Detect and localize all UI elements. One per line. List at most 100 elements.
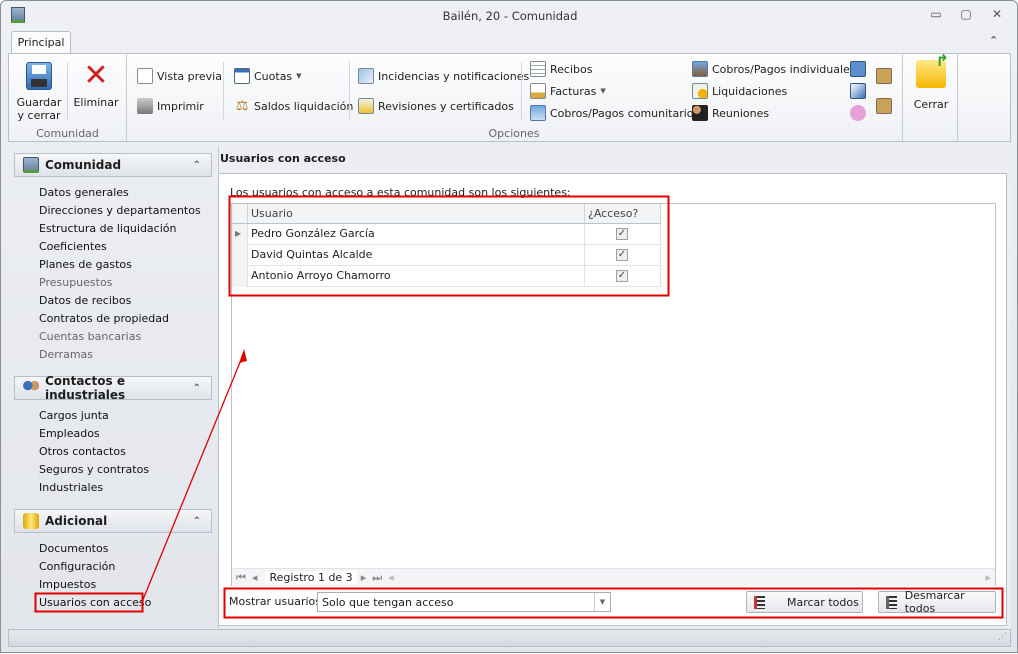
sidebar-item: Derramas [39, 348, 94, 361]
column-header-acceso[interactable]: ¿Acceso? [585, 204, 661, 224]
save-close-button[interactable]: Guardar y cerrar [13, 62, 65, 122]
delete-label: Eliminar [73, 96, 119, 109]
sidebar-section-1[interactable]: Contactos e industriales ⌃ [14, 374, 212, 402]
sidebar-item[interactable]: Direcciones y departamentos [39, 204, 201, 217]
sidebar-item[interactable]: Contratos de propiedad [39, 312, 169, 325]
maximize-button[interactable]: ▢ [955, 7, 977, 23]
sidebar-item[interactable]: Datos generales [39, 186, 129, 199]
print-button[interactable]: Imprimir [137, 98, 204, 114]
record-navigator: ⏮ ◂ Registro 1 de 3 ▸ ⏭ ◂ ▸ [232, 568, 995, 586]
label: Cobros/Pagos individuales [712, 62, 856, 76]
access-checkbox[interactable]: ✓ [616, 270, 628, 282]
sidebar-item[interactable]: Industriales [39, 481, 103, 494]
cerrar-button[interactable]: ↱ Cerrar [905, 53, 957, 112]
saldos-liquidacion-button[interactable]: ⚖ Saldos liquidación [234, 98, 354, 114]
sidebar-item[interactable]: Impuestos [39, 578, 96, 591]
chevron-down-icon[interactable]: ▼ [594, 593, 610, 611]
chevron-up-icon[interactable]: ⌃ [193, 516, 201, 527]
calculator-icon [530, 105, 546, 121]
tab-principal[interactable]: Principal [11, 31, 71, 54]
sidebar-item[interactable]: Configuración [39, 560, 115, 573]
cuotas-button[interactable]: Cuotas ▼ [234, 68, 302, 84]
row-indicator[interactable] [232, 245, 248, 266]
sidebar-item: Cuentas bancarias [39, 330, 142, 343]
printer-icon [137, 98, 153, 114]
access-checkbox[interactable]: ✓ [616, 249, 628, 261]
unmark-all-button[interactable]: Desmarcar todos [878, 589, 996, 615]
revisiones-button[interactable]: Revisiones y certificados [358, 98, 514, 114]
recibos-button[interactable]: Recibos [530, 61, 592, 77]
red-x-icon: ✕ [83, 58, 109, 93]
minimize-button[interactable]: ▭ [925, 7, 947, 23]
sidebar-item[interactable]: Otros contactos [39, 445, 126, 458]
people-icon [23, 380, 39, 396]
sidebar-item[interactable]: Empleados [39, 427, 100, 440]
sidebar-item[interactable]: Seguros y contratos [39, 463, 149, 476]
users-grid: Usuario ¿Acceso? ▶ Pedro González García… [231, 203, 996, 586]
dropdown-arrow-icon: ▼ [600, 87, 606, 95]
access-checkbox[interactable]: ✓ [616, 228, 628, 240]
collapse-ribbon-button[interactable]: ⌃ [989, 34, 998, 47]
chart-document-icon[interactable] [850, 83, 866, 99]
unmark-all-label: Desmarcar todos [904, 589, 965, 615]
last-record-button[interactable]: ⏭ [372, 571, 382, 585]
label: Recibos [550, 62, 593, 76]
sidebar-item[interactable]: Cargos junta [39, 409, 109, 422]
label: Liquidaciones [712, 84, 788, 98]
sidebar-item[interactable]: Datos de recibos [39, 294, 131, 307]
first-record-button[interactable]: ⏮ [236, 571, 246, 585]
label: Saldos liquidación [254, 99, 354, 113]
prev-record-button[interactable]: ◂ [252, 571, 258, 584]
next-record-button[interactable]: ▸ [361, 571, 367, 584]
cell-usuario[interactable]: Antonio Arroyo Chamorro [248, 266, 585, 287]
diploma-icon[interactable] [850, 61, 866, 77]
scroll-right-button[interactable]: ▸ [985, 571, 991, 584]
reuniones-button[interactable]: Reuniones [692, 105, 769, 121]
table-row[interactable]: Antonio Arroyo Chamorro ✓ [232, 266, 661, 287]
sidebar-item[interactable]: Estructura de liquidación [39, 222, 176, 235]
database-icon [23, 513, 39, 529]
close-button[interactable]: ✕ [986, 7, 1008, 23]
cell-usuario[interactable]: Pedro González García [248, 224, 585, 245]
table-row[interactable]: David Quintas Alcalde ✓ [232, 245, 661, 266]
mark-all-button[interactable]: Marcar todos [746, 591, 863, 613]
checklist-icon [754, 595, 765, 609]
row-indicator[interactable]: ▶ [232, 224, 248, 245]
transfer-person-icon[interactable] [876, 98, 892, 114]
sidebar-item[interactable]: Coeficientes [39, 240, 107, 253]
table-row[interactable]: ▶ Pedro González García ✓ [232, 224, 661, 245]
row-indicator[interactable] [232, 266, 248, 287]
label: Imprimir [157, 99, 204, 113]
calendar-icon [234, 68, 250, 84]
cell-usuario[interactable]: David Quintas Alcalde [248, 245, 585, 266]
cobros-pagos-comunitarios-button[interactable]: Cobros/Pagos comunitarios [530, 105, 699, 121]
scroll-left-button[interactable]: ◂ [388, 571, 394, 584]
intro-text: Los usuarios con acceso a esta comunidad… [230, 186, 571, 199]
sidebar-item[interactable]: Planes de gastos [39, 258, 132, 271]
column-header-usuario[interactable]: Usuario [248, 204, 585, 224]
label: Revisiones y certificados [378, 99, 514, 113]
label: Incidencias y notificaciones [378, 69, 530, 83]
transfer-icon[interactable] [876, 68, 892, 84]
liquidaciones-button[interactable]: Liquidaciones [692, 83, 787, 99]
resize-grip-icon[interactable]: ⋰ [998, 632, 1007, 642]
sidebar-section-2[interactable]: Adicional ⌃ [14, 509, 212, 533]
application-window: Bailén, 20 - Comunidad ▭ ▢ ✕ ⌃ Principal… [0, 0, 1018, 653]
preview-icon [137, 68, 153, 84]
sidebar-item[interactable]: Usuarios con acceso [39, 596, 151, 609]
chevron-up-icon[interactable]: ⌃ [193, 160, 201, 171]
facturas-button[interactable]: Facturas ▼ [530, 83, 606, 99]
incidencias-button[interactable]: Incidencias y notificaciones [358, 68, 529, 84]
sidebar-item[interactable]: Documentos [39, 542, 108, 555]
sidebar-section-0[interactable]: Comunidad ⌃ [14, 153, 212, 177]
cobros-pagos-individuales-button[interactable]: Cobros/Pagos individuales [692, 61, 856, 77]
preview-button[interactable]: Vista previa [137, 68, 222, 84]
show-users-select[interactable]: Solo que tengan acceso ▼ [317, 592, 611, 612]
select-value: Solo que tengan acceso [322, 595, 454, 609]
group-label-opciones: Opciones [488, 127, 540, 140]
piggy-bank-icon[interactable] [850, 105, 866, 121]
incidents-icon [358, 68, 374, 84]
cell-acceso: ✓ [585, 266, 661, 287]
delete-button[interactable]: ✕ Eliminar [71, 58, 121, 110]
chevron-up-icon[interactable]: ⌃ [193, 383, 201, 394]
